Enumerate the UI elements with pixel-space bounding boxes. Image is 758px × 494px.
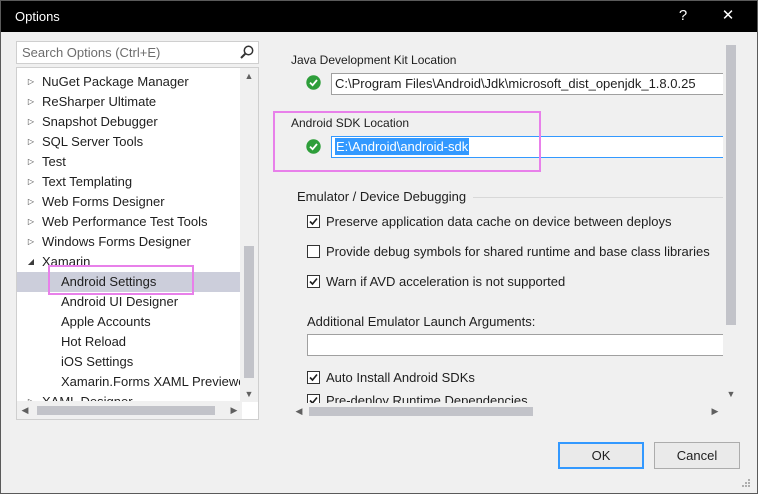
tree-item-label: Windows Forms Designer: [42, 234, 191, 249]
scroll-left-icon[interactable]: ◀: [17, 401, 33, 419]
tree-item-label: Snapshot Debugger: [42, 114, 158, 129]
settings-horizontal-scrollbar[interactable]: ◀ ▶: [291, 403, 723, 419]
tree-vertical-scrollbar[interactable]: ▲ ▼: [240, 68, 258, 402]
option-label: Provide debug symbols for shared runtime…: [326, 244, 710, 259]
tree-item[interactable]: ▷ NuGet Package Manager: [17, 72, 240, 92]
scroll-right-icon[interactable]: ▶: [707, 403, 723, 419]
search-input[interactable]: [17, 42, 232, 63]
cancel-button[interactable]: Cancel: [654, 442, 740, 469]
checked-checkbox[interactable]: [307, 275, 320, 288]
scroll-down-icon[interactable]: ▼: [240, 386, 258, 402]
tree-item-label: Hot Reload: [61, 334, 127, 349]
tree-item[interactable]: ▷ Web Forms Designer: [17, 192, 240, 212]
expanded-arrow-icon[interactable]: ◢: [25, 252, 37, 272]
expand-arrow-icon[interactable]: ▷: [25, 112, 37, 132]
settings-hscroll-thumb[interactable]: [309, 407, 533, 416]
jdk-valid-icon: [306, 75, 321, 90]
tree-item[interactable]: ▷ Snapshot Debugger: [17, 112, 240, 132]
tree-hscroll-thumb[interactable]: [37, 406, 215, 415]
ok-button[interactable]: OK: [558, 442, 644, 469]
tree-item-label: NuGet Package Manager: [42, 74, 189, 89]
sdk-highlight-box: [273, 111, 541, 172]
option-label: Preserve application data cache on devic…: [326, 214, 672, 229]
android-settings-highlight-box: [48, 265, 194, 295]
expand-arrow-icon[interactable]: ▷: [25, 172, 37, 192]
emulator-group-title: Emulator / Device Debugging: [297, 189, 467, 204]
tree-item-label: Web Performance Test Tools: [42, 214, 208, 229]
scroll-up-icon[interactable]: ▲: [240, 68, 258, 84]
scroll-left-icon[interactable]: ◀: [291, 403, 307, 419]
checkmark-icon: [309, 277, 318, 286]
help-button[interactable]: ?: [672, 5, 694, 27]
jdk-location-label: Java Development Kit Location: [291, 53, 457, 67]
settings-panel: Java Development Kit Location C:\Program…: [273, 37, 739, 421]
settings-vertical-scrollbar[interactable]: ▼: [723, 37, 739, 401]
resize-grip-icon[interactable]: [741, 478, 751, 488]
checked-checkbox[interactable]: [307, 215, 320, 228]
emulator-args-field[interactable]: [307, 334, 739, 356]
expand-arrow-icon[interactable]: ▷: [25, 212, 37, 232]
expand-arrow-icon[interactable]: ▷: [25, 232, 37, 252]
tree-item[interactable]: ▷ Text Templating: [17, 172, 240, 192]
expand-arrow-icon[interactable]: ▷: [25, 152, 37, 172]
tree-item-label: Text Templating: [42, 174, 133, 189]
tree-scroll-thumb[interactable]: [244, 246, 254, 378]
tree-horizontal-scrollbar[interactable]: ◀ ▶: [17, 401, 242, 419]
search-box: [16, 41, 259, 64]
tree-child-item[interactable]: Android UI Designer: [17, 292, 240, 312]
tree-item[interactable]: ▷ Test: [17, 152, 240, 172]
tree-item-label: iOS Settings: [61, 354, 134, 369]
tree-item[interactable]: ▷ SQL Server Tools: [17, 132, 240, 152]
tree-item-label: Test: [42, 154, 66, 169]
expand-arrow-icon[interactable]: ▷: [25, 192, 37, 212]
unchecked-checkbox[interactable]: [307, 245, 320, 258]
close-button[interactable]: ✕: [717, 5, 739, 27]
tree-item[interactable]: ▷ Web Performance Test Tools: [17, 212, 240, 232]
tree-item-label: ReSharper Ultimate: [42, 94, 157, 109]
tree-item[interactable]: ▷ Windows Forms Designer: [17, 232, 240, 252]
search-icon[interactable]: [239, 44, 255, 60]
expand-arrow-icon[interactable]: ▷: [25, 72, 37, 92]
tree-item-label: Apple Accounts: [61, 314, 151, 329]
options-dialog: Options ? ✕ ▷ NuGet Package Manager ▷ ReSha…: [0, 0, 758, 494]
checkmark-icon: [309, 217, 318, 226]
tree-item-label: SQL Server Tools: [42, 134, 144, 149]
jdk-location-value: C:\Program Files\Android\Jdk\microsoft_d…: [335, 76, 696, 91]
scroll-right-icon[interactable]: ▶: [226, 401, 242, 419]
window-title: Options: [15, 9, 60, 24]
title-bar: Options ? ✕: [1, 1, 757, 32]
tree-item-label: Web Forms Designer: [42, 194, 165, 209]
tree-item[interactable]: ▷ ReSharper Ultimate: [17, 92, 240, 112]
scroll-down-icon[interactable]: ▼: [723, 387, 739, 401]
expand-arrow-icon[interactable]: ▷: [25, 92, 37, 112]
option-label: Warn if AVD acceleration is not supporte…: [326, 274, 566, 289]
tree-child-item[interactable]: Hot Reload: [17, 332, 240, 352]
tree-item-label: Android UI Designer: [61, 294, 179, 309]
expand-arrow-icon[interactable]: ▷: [25, 132, 37, 152]
jdk-location-field[interactable]: C:\Program Files\Android\Jdk\microsoft_d…: [331, 73, 739, 95]
tree-child-item[interactable]: Xamarin.Forms XAML Previewer: [17, 372, 250, 392]
tree-child-item[interactable]: iOS Settings: [17, 352, 240, 372]
group-divider: [473, 197, 733, 198]
tree-item-label: Xamarin.Forms XAML Previewer: [61, 374, 250, 389]
options-tree: ▷ NuGet Package Manager ▷ ReSharper Ultimat…: [16, 67, 259, 420]
settings-scroll-thumb[interactable]: [726, 45, 736, 325]
tree-child-item[interactable]: Apple Accounts: [17, 312, 240, 332]
option-label: Auto Install Android SDKs: [326, 370, 475, 385]
checkmark-icon: [309, 373, 318, 382]
emulator-args-label: Additional Emulator Launch Arguments:: [307, 314, 536, 329]
checked-checkbox[interactable]: [307, 371, 320, 384]
